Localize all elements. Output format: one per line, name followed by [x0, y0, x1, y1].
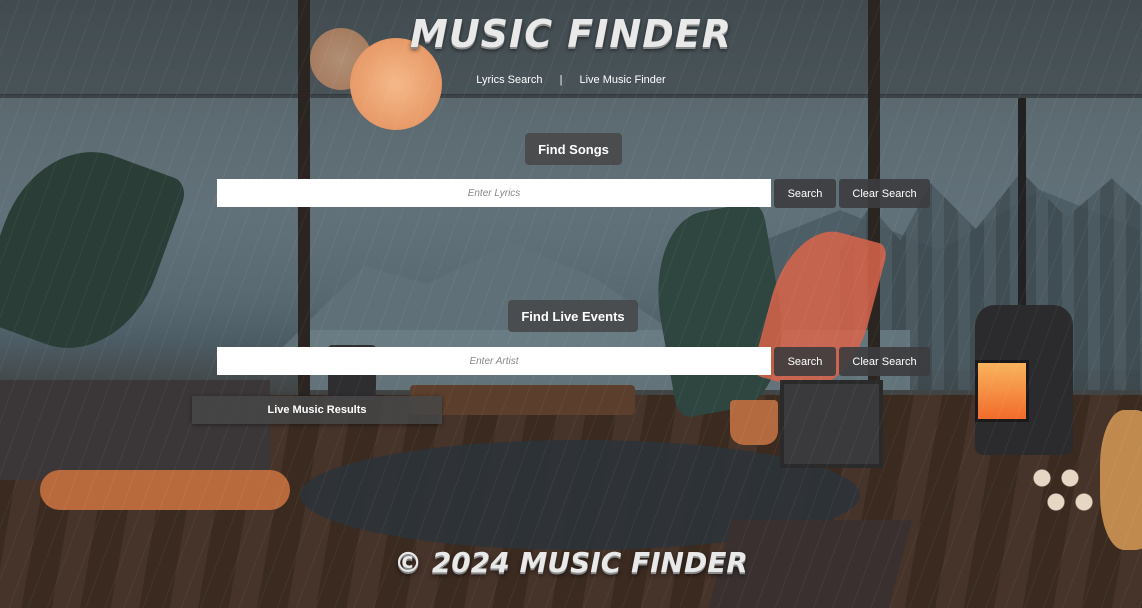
nav-lyrics-search[interactable]: Lyrics Search: [476, 74, 542, 86]
nav-live-music-finder[interactable]: Live Music Finder: [580, 74, 666, 86]
lyrics-search-button[interactable]: Search: [774, 179, 836, 208]
lyrics-input[interactable]: [217, 179, 771, 207]
site-logo: MUSIC FINDER: [410, 12, 732, 56]
artist-clear-button[interactable]: Clear Search: [839, 347, 930, 376]
top-nav: Lyrics Search | Live Music Finder: [0, 74, 1142, 86]
find-live-events-heading: Find Live Events: [508, 300, 638, 332]
artist-input[interactable]: [217, 347, 771, 375]
footer-copyright: © 2024 MUSIC FINDER: [394, 546, 748, 579]
lyrics-clear-button[interactable]: Clear Search: [839, 179, 930, 208]
lyrics-search-row: Search Clear Search: [217, 179, 930, 208]
find-songs-heading: Find Songs: [525, 133, 622, 165]
live-music-results-header: Live Music Results: [192, 396, 442, 424]
artist-search-row: Search Clear Search: [217, 347, 930, 376]
artist-search-button[interactable]: Search: [774, 347, 836, 376]
nav-separator: |: [559, 74, 563, 86]
